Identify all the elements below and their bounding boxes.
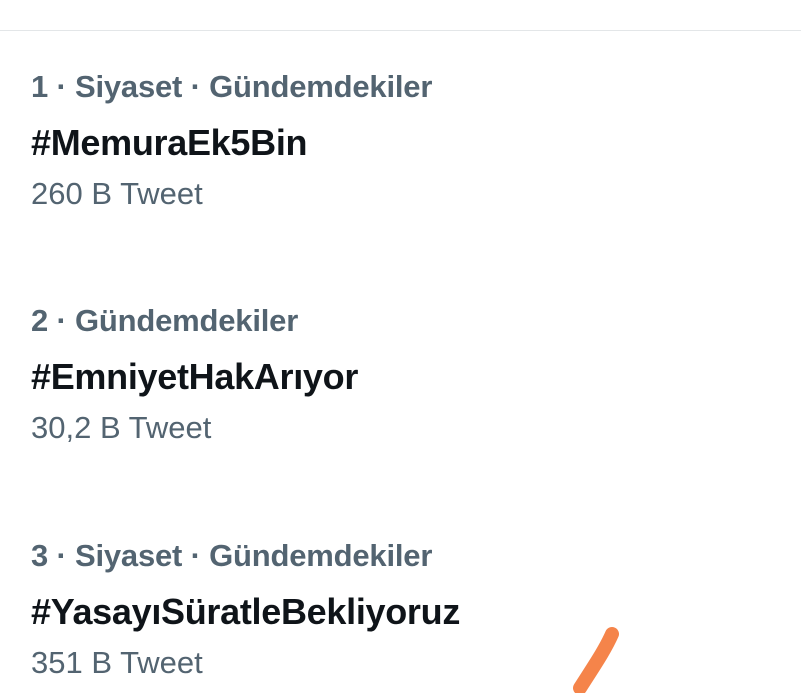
trend-meta: 2 · Gündemdekiler — [31, 303, 299, 338]
trend-item-2[interactable]: 2 · Gündemdekiler #EmniyetHakArıyor 30,2… — [31, 301, 771, 448]
trend-tweet-count: 30,2 B Tweet — [31, 410, 212, 445]
trend-meta: 1 · Siyaset · Gündemdekiler — [31, 69, 433, 104]
trend-item-1[interactable]: 1 · Siyaset · Gündemdekiler #MemuraEk5Bi… — [31, 67, 771, 214]
annotation-stroke — [573, 627, 619, 693]
trend-meta: 3 · Siyaset · Gündemdekiler — [31, 538, 433, 573]
trend-tweet-count: 260 B Tweet — [31, 176, 203, 211]
trend-hashtag[interactable]: #MemuraEk5Bin — [31, 120, 771, 166]
trend-item-3[interactable]: 3 · Siyaset · Gündemdekiler #YasayıSürat… — [31, 536, 771, 683]
top-divider — [0, 30, 801, 31]
trend-hashtag[interactable]: #YasayıSüratleBekliyoruz — [31, 589, 771, 635]
hand-drawn-arrow-icon — [573, 627, 619, 693]
trend-hashtag[interactable]: #EmniyetHakArıyor — [31, 354, 771, 400]
trend-tweet-count: 351 B Tweet — [31, 645, 203, 680]
